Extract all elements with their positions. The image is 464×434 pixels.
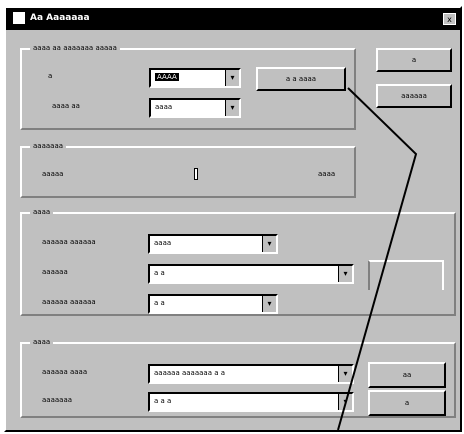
annotation-line [337,87,418,431]
